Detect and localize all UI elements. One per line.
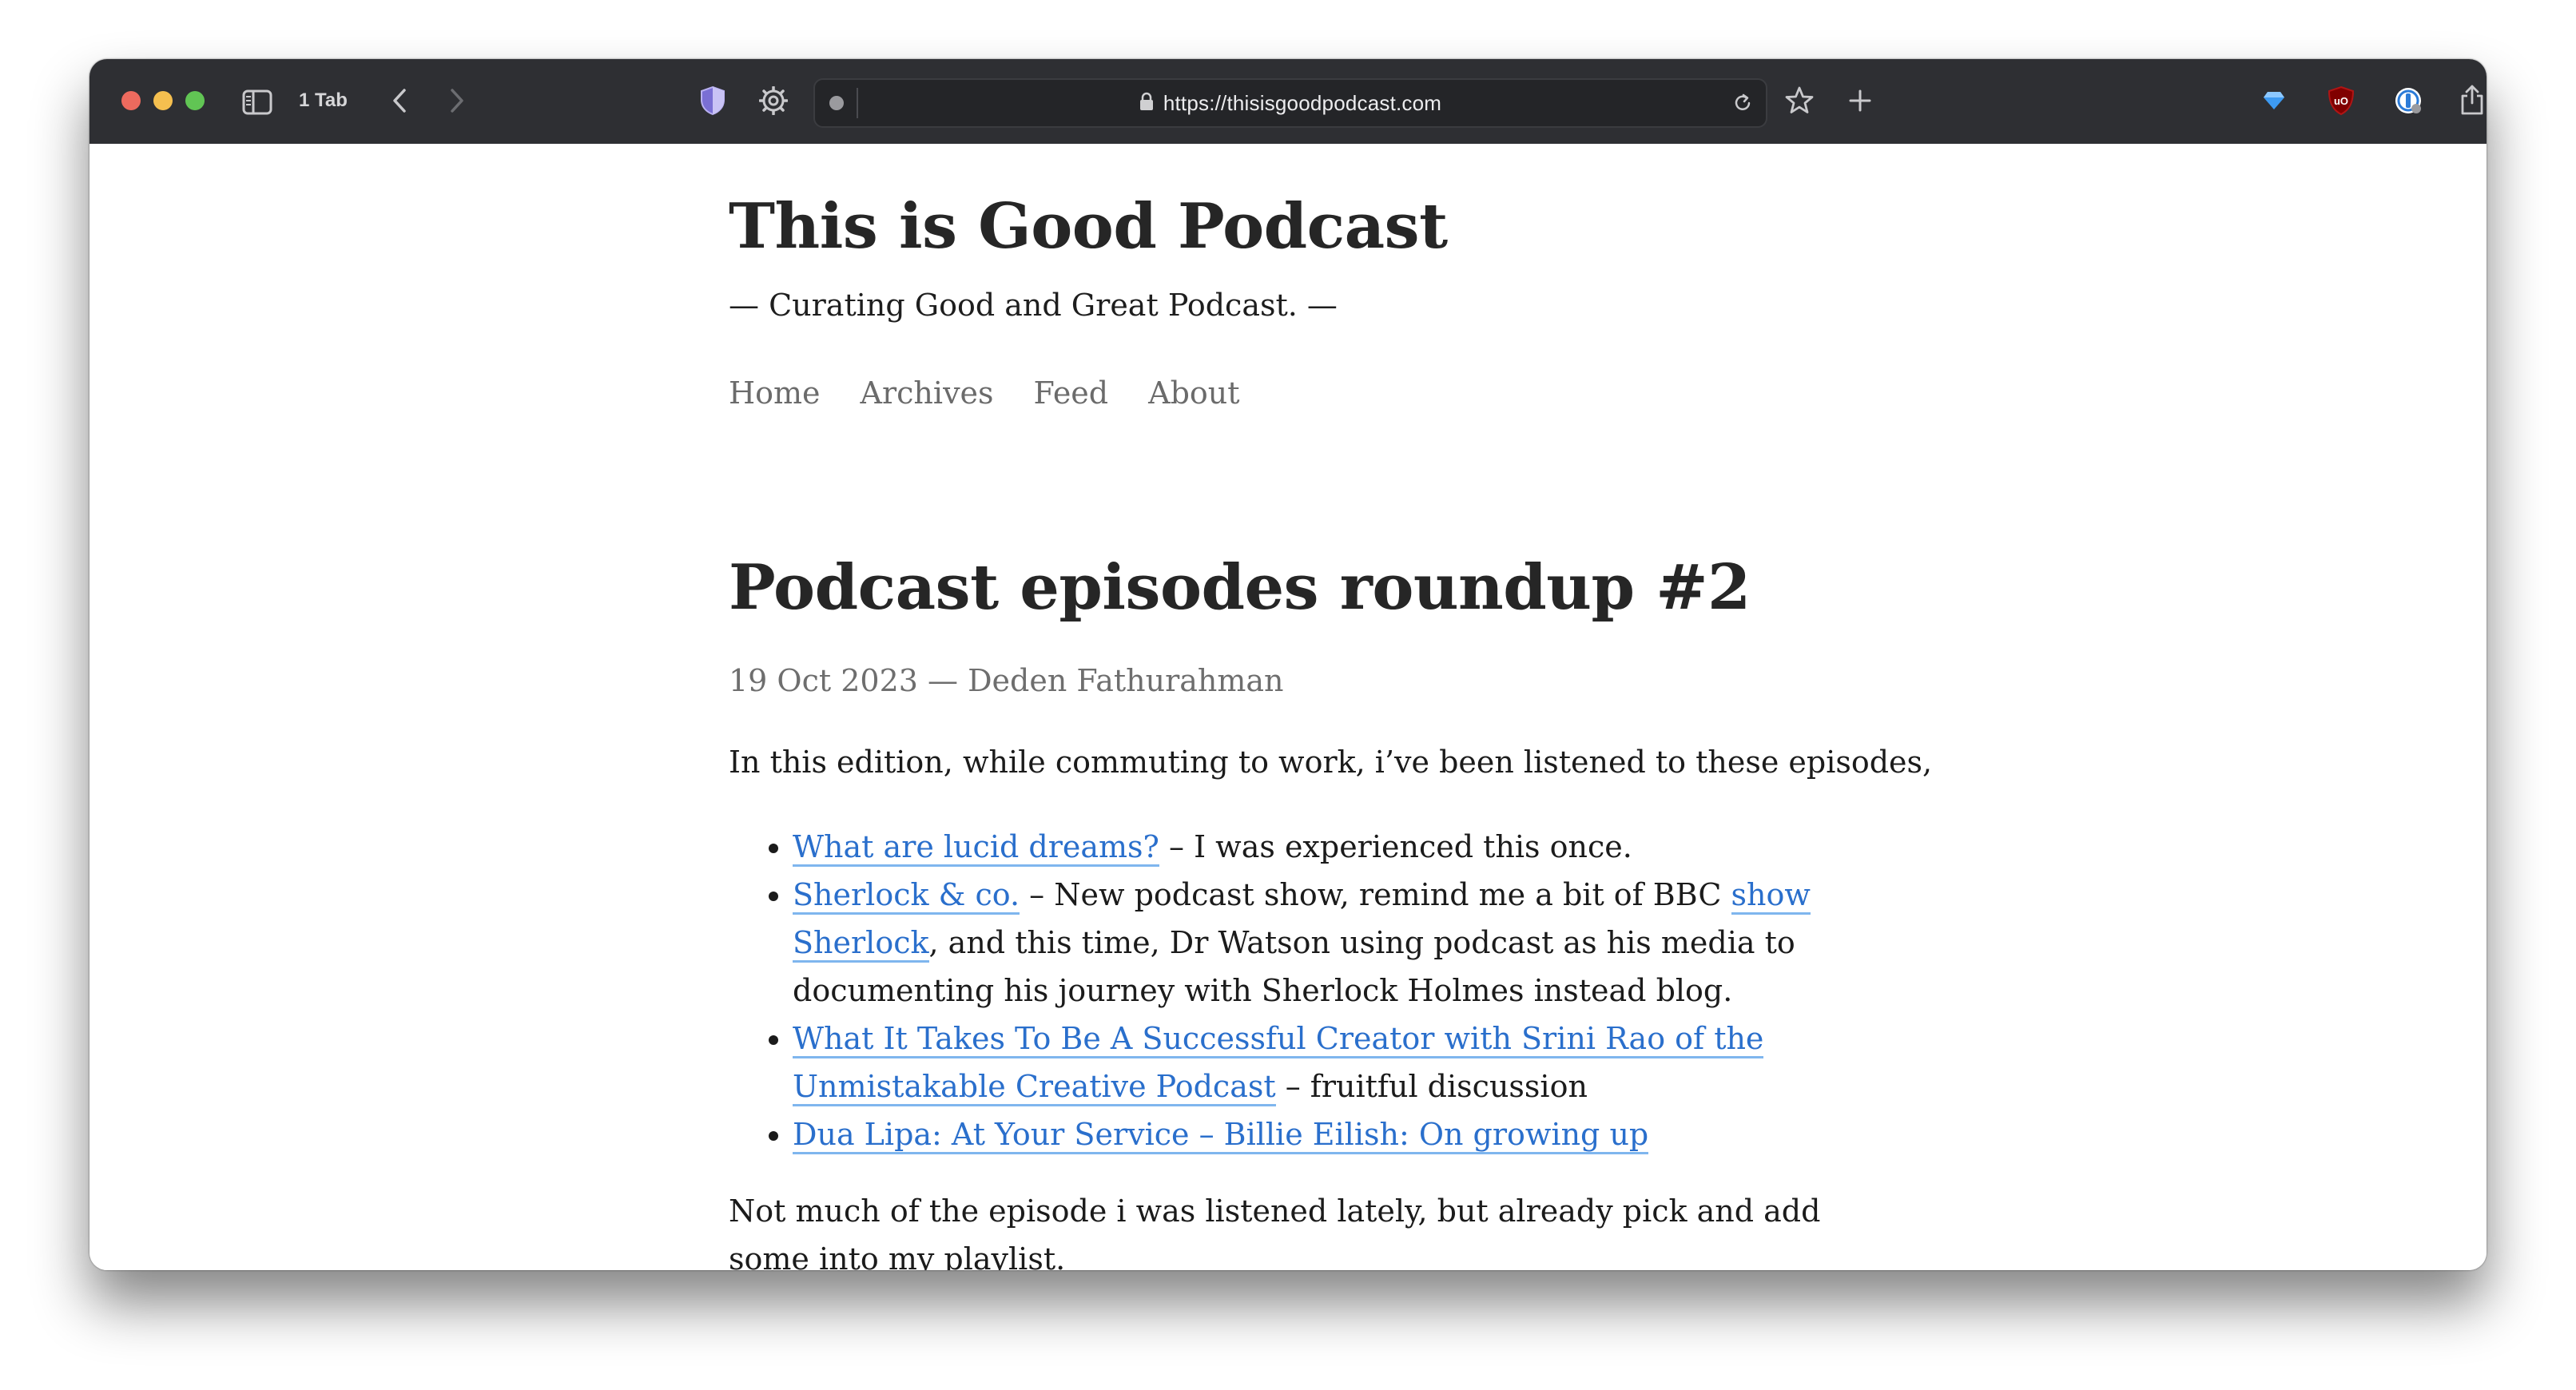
browser-window: 1 Tab https://thisisgoodpodcast.com uO T…	[89, 59, 2487, 1270]
list-item: What It Takes To Be A Successful Creator…	[793, 1015, 1863, 1110]
list-item: What are lucid dreams? – I was experienc…	[793, 823, 1863, 871]
site-tagline: — Curating Good and Great Podcast. —	[729, 288, 1338, 323]
browser-toolbar: 1 Tab https://thisisgoodpodcast.com uO	[89, 59, 2487, 145]
sidebar-icon[interactable]	[241, 86, 273, 118]
episode-note: , and this time, Dr Watson using podcast…	[793, 925, 1795, 1008]
svg-text:uO: uO	[2334, 95, 2348, 107]
episode-link[interactable]: Sherlock & co.	[793, 877, 1020, 915]
password-manager-icon[interactable]	[2391, 83, 2426, 118]
post-intro: In this edition, while commuting to work…	[729, 745, 1933, 780]
back-icon[interactable]	[385, 85, 414, 117]
post-closing: Not much of the episode i was listened l…	[729, 1193, 1821, 1270]
forward-icon[interactable]	[443, 85, 471, 117]
url-text[interactable]: https://thisisgoodpodcast.com	[1163, 91, 1441, 116]
list-item: Dua Lipa: At Your Service – Billie Eilis…	[793, 1110, 1863, 1158]
nav-archives-link[interactable]: Archives	[861, 375, 994, 411]
episode-link[interactable]: What are lucid dreams?	[793, 829, 1159, 867]
web-page: This is Good Podcast — Curating Good and…	[89, 144, 2487, 1270]
ublock-origin-icon[interactable]: uO	[2325, 83, 2357, 118]
site-title[interactable]: This is Good Podcast	[729, 190, 1448, 263]
minimize-window-button[interactable]	[153, 91, 173, 110]
nav-feed-link[interactable]: Feed	[1034, 375, 1109, 411]
episode-note: – fruitful discussion	[1275, 1069, 1588, 1104]
post-title: Podcast episodes roundup #2	[729, 551, 1751, 624]
reload-icon[interactable]	[1731, 91, 1755, 115]
episode-note: – I was experienced this once.	[1159, 829, 1632, 864]
privacy-shield-icon[interactable]	[697, 83, 729, 118]
episode-note: – New podcast show, remind me a bit of B…	[1020, 877, 1731, 912]
post-meta: 19 Oct 2023 — Deden Fathurahman	[729, 663, 1284, 698]
share-icon[interactable]	[2456, 81, 2487, 118]
episode-link[interactable]: Dua Lipa: At Your Service – Billie Eilis…	[793, 1117, 1649, 1154]
settings-gear-icon[interactable]	[757, 85, 789, 117]
lock-icon	[1139, 92, 1154, 114]
tab-count-label[interactable]: 1 Tab	[299, 86, 348, 115]
bookmark-star-icon[interactable]	[1782, 83, 1817, 118]
site-nav: Home Archives Feed About	[729, 375, 1240, 411]
nav-home-link[interactable]: Home	[729, 375, 821, 411]
new-tab-plus-icon[interactable]	[1844, 85, 1876, 117]
list-item: Sherlock & co. – New podcast show, remin…	[793, 871, 1863, 1015]
episode-list: What are lucid dreams? – I was experienc…	[729, 823, 1863, 1158]
gem-extension-icon[interactable]	[2260, 86, 2288, 115]
address-bar[interactable]: https://thisisgoodpodcast.com	[813, 78, 1767, 128]
close-window-button[interactable]	[121, 91, 141, 110]
nav-about-link[interactable]: About	[1148, 375, 1239, 411]
zoom-window-button[interactable]	[185, 91, 205, 110]
